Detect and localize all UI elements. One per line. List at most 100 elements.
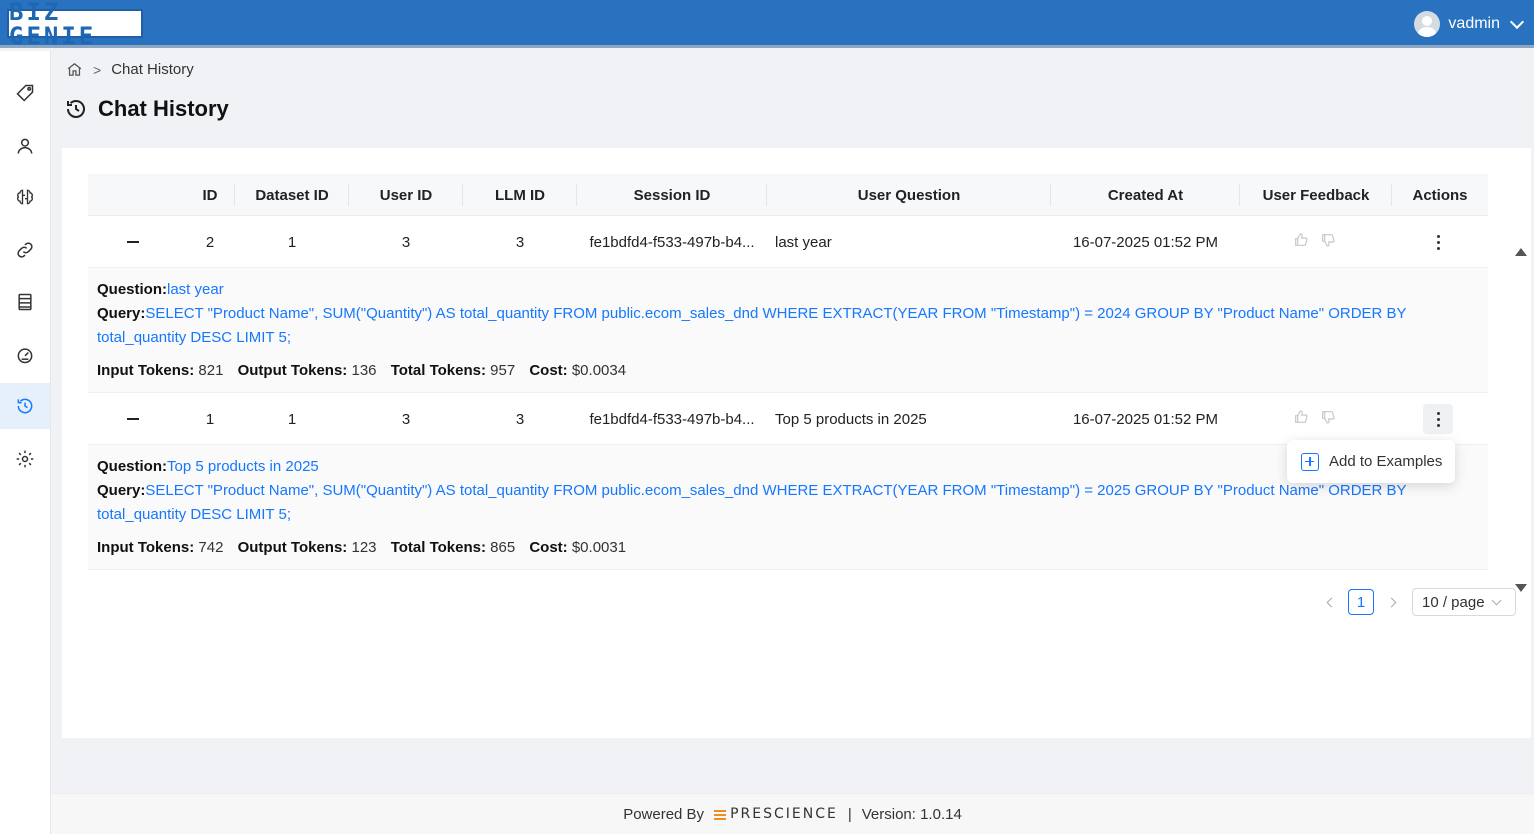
link-icon <box>17 242 33 258</box>
more-vertical-icon <box>1423 404 1453 434</box>
user-menu[interactable]: vadmin <box>1414 10 1525 38</box>
sidebar-item-settings[interactable] <box>0 436 50 482</box>
actions-dropdown: Add to Examples <box>1287 440 1455 483</box>
cell-user-question: Top 5 products in 2025 <box>775 410 927 428</box>
footer-separator: | <box>847 805 852 823</box>
history-icon <box>67 100 85 118</box>
database-icon <box>18 293 32 311</box>
detail-tokens: Input Tokens: 742 Output Tokens: 123 Tot… <box>97 539 627 556</box>
home-icon[interactable] <box>66 61 83 78</box>
table-row[interactable]: 1 1 3 3 fe1bdfd4-f533-497b-b4... Top 5 p… <box>88 393 1488 445</box>
header-actions: Actions <box>1412 186 1468 204</box>
page-title-text: Chat History <box>98 96 229 121</box>
cell-created-at: 16-07-2025 01:52 PM <box>1072 233 1219 251</box>
detail-query: Query:SELECT "Product Name", SUM("Quanti… <box>97 305 1407 346</box>
scroll-down-arrow[interactable] <box>1515 584 1527 592</box>
row-actions-button[interactable] <box>1421 393 1455 445</box>
table-header: ID Dataset ID User ID LLM ID Session ID … <box>88 174 1488 216</box>
next-page-button[interactable] <box>1384 590 1398 614</box>
cell-user-question: last year <box>775 233 832 251</box>
chevron-down-icon <box>1509 14 1525 29</box>
cell-llm-id: 3 <box>515 410 525 428</box>
cell-dataset-id: 1 <box>287 410 297 428</box>
header-dataset-id[interactable]: Dataset ID <box>235 174 349 216</box>
cell-user-id: 3 <box>401 233 411 251</box>
cell-llm-id: 3 <box>515 233 525 251</box>
chat-history-card: ID Dataset ID User ID LLM ID Session ID … <box>62 148 1531 738</box>
table-row[interactable]: 2 1 3 3 fe1bdfd4-f533-497b-b4... last ye… <box>88 216 1488 268</box>
sidebar-item-users[interactable] <box>0 123 50 169</box>
chevron-right-icon <box>1386 597 1396 607</box>
sidebar-item-dashboard[interactable] <box>0 332 50 378</box>
header-user-id[interactable]: User ID <box>349 174 463 216</box>
version-text: Version: 1.0.14 <box>861 805 962 823</box>
thumbs-down-icon <box>1322 411 1335 424</box>
detail-query: Query:SELECT "Product Name", SUM("Quanti… <box>97 482 1407 523</box>
row-detail: Question:last year Query:SELECT "Product… <box>88 268 1488 393</box>
collapse-button[interactable] <box>108 216 158 268</box>
pagination: 1 10 / page <box>1324 588 1516 616</box>
sidebar <box>0 51 51 834</box>
tag-icon <box>16 84 34 102</box>
like-button[interactable] <box>1288 393 1314 445</box>
like-button[interactable] <box>1288 216 1314 268</box>
prev-page-button[interactable] <box>1324 590 1338 614</box>
chevron-down-icon <box>1491 595 1502 605</box>
page-size-value: 10 / page <box>1422 593 1485 611</box>
header-user-feedback[interactable]: User Feedback <box>1240 174 1392 216</box>
sidebar-item-chat-history[interactable] <box>0 383 50 429</box>
chat-history-table: ID Dataset ID User ID LLM ID Session ID … <box>88 174 1527 592</box>
app-logo[interactable]: BIZ GENIE <box>7 0 143 48</box>
prescience-brand-text: PRESCIENCE <box>730 806 838 822</box>
prescience-logo: PRESCIENCE <box>714 806 838 822</box>
header-llm-id[interactable]: LLM ID <box>463 174 577 216</box>
dislike-button[interactable] <box>1315 393 1341 445</box>
avatar <box>1414 11 1441 37</box>
thumbs-down-icon <box>1322 234 1335 247</box>
app-logo-text: BIZ GENIE <box>9 0 97 50</box>
more-vertical-icon <box>1423 227 1453 257</box>
minus-icon <box>127 241 139 243</box>
header-user-question[interactable]: User Question <box>767 174 1051 216</box>
cell-session-id: fe1bdfd4-f533-497b-b4... <box>589 233 755 251</box>
cell-user-id: 3 <box>401 410 411 428</box>
detail-question: Question:Top 5 products in 2025 <box>97 458 319 475</box>
add-to-examples-option[interactable]: Add to Examples <box>1329 453 1442 470</box>
detail-question: Question:last year <box>97 281 224 298</box>
cell-dataset-id: 1 <box>287 233 297 251</box>
minus-icon <box>127 418 139 420</box>
scroll-up-arrow[interactable] <box>1515 248 1527 256</box>
sidebar-item-connections[interactable] <box>0 227 50 273</box>
page-1-button[interactable]: 1 <box>1348 589 1374 615</box>
page-title: Chat History <box>64 96 229 122</box>
user-icon <box>17 138 33 154</box>
header-id[interactable]: ID <box>185 174 235 216</box>
sidebar-item-tags[interactable] <box>0 70 50 116</box>
username: vadmin <box>1448 15 1500 32</box>
history-icon <box>17 398 33 414</box>
powered-by-text: Powered By <box>623 805 705 823</box>
page-size-select[interactable]: 10 / page <box>1412 588 1516 616</box>
dislike-button[interactable] <box>1315 216 1341 268</box>
detail-tokens: Input Tokens: 821 Output Tokens: 136 Tot… <box>97 362 627 379</box>
row-actions-button[interactable] <box>1423 216 1453 268</box>
collapse-button[interactable] <box>108 393 158 445</box>
plus-square-icon <box>1301 452 1319 471</box>
sidebar-item-models[interactable] <box>0 174 50 220</box>
settings-icon <box>16 450 34 468</box>
brain-icon <box>17 189 33 205</box>
footer: Powered By PRESCIENCE | Version: 1.0.14 <box>51 793 1534 834</box>
cell-id: 2 <box>205 233 215 251</box>
sidebar-item-datasets[interactable] <box>0 279 50 325</box>
thumbs-up-icon <box>1295 410 1308 423</box>
header-created-at[interactable]: Created At <box>1051 174 1240 216</box>
thumbs-up-icon <box>1295 233 1308 246</box>
breadcrumb-separator: > <box>93 61 102 78</box>
top-bar: BIZ GENIE vadmin <box>0 0 1534 48</box>
chevron-left-icon <box>1326 597 1336 607</box>
cell-created-at: 16-07-2025 01:52 PM <box>1072 410 1219 428</box>
cell-id: 1 <box>205 410 215 428</box>
breadcrumb: > Chat History <box>66 61 194 78</box>
header-session-id[interactable]: Session ID <box>577 174 767 216</box>
row-detail: Question:Top 5 products in 2025 Query:SE… <box>88 445 1488 570</box>
